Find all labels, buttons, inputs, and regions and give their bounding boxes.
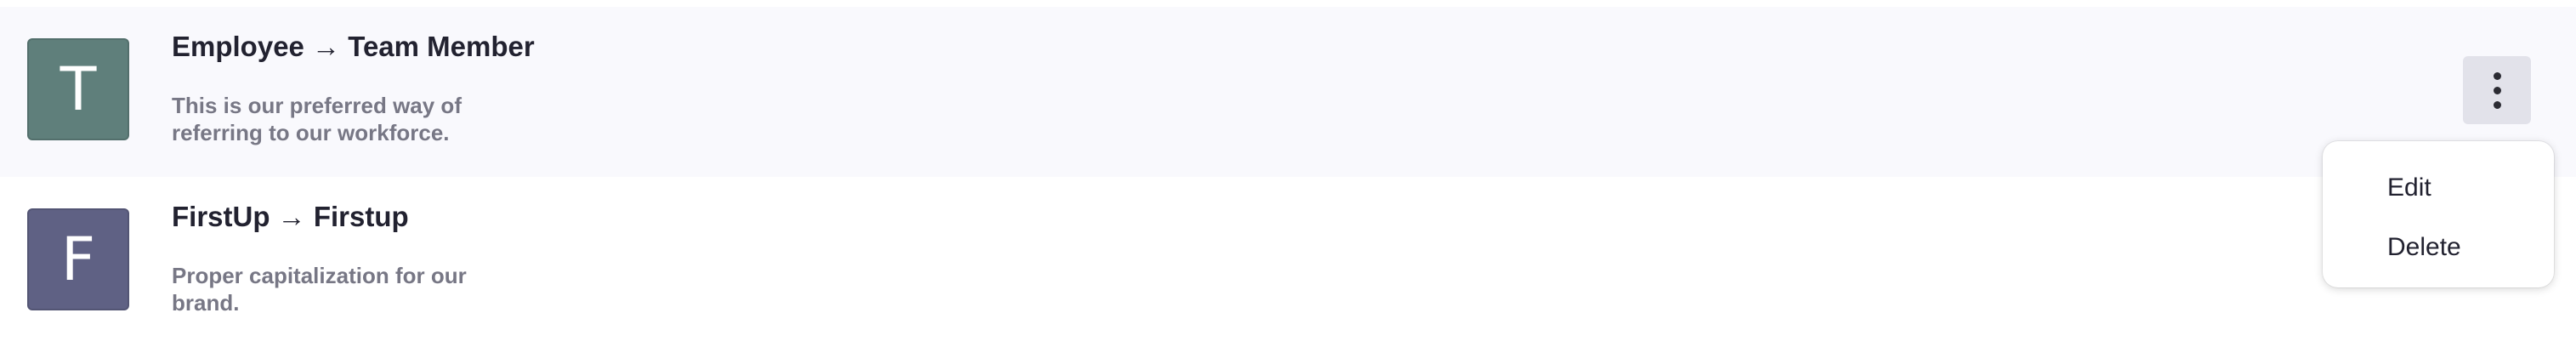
avatar: T [27, 38, 129, 140]
options-menu: Edit Delete [2323, 141, 2554, 287]
kebab-dot-icon [2493, 100, 2501, 109]
edit-menu-item[interactable]: Edit [2323, 158, 2554, 218]
list-item[interactable]: T Employee → Team Member This is our pre… [0, 7, 2576, 177]
kebab-dot-icon [2493, 86, 2501, 94]
delete-menu-item[interactable]: Delete [2323, 218, 2554, 277]
list-item[interactable]: F FirstUp → Firstup Proper capitalizatio… [0, 177, 2576, 347]
more-options-button[interactable] [2463, 56, 2531, 124]
term-title: Employee → Team Member [172, 31, 535, 62]
term-description: This is our preferred way of referring t… [172, 93, 462, 145]
avatar: F [27, 208, 129, 310]
term-description: Proper capitalization for our brand. [172, 263, 467, 316]
term-title: FirstUp → Firstup [172, 201, 409, 232]
kebab-dot-icon [2493, 71, 2501, 80]
